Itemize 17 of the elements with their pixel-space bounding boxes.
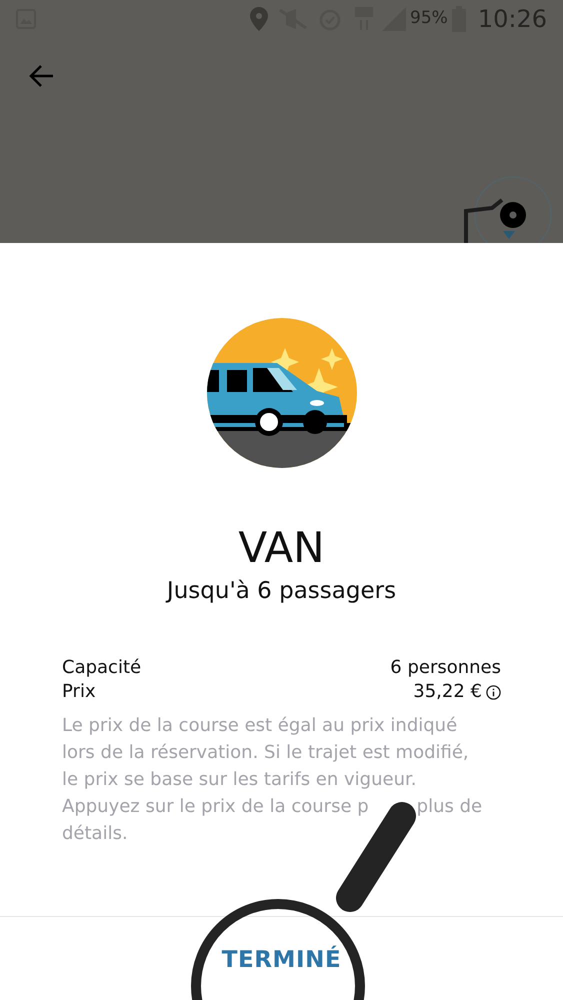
detail-label: Capacité [62,656,142,680]
detail-value: 6 personnes [390,656,501,680]
description-text: le prix se base sur les tarifs en vigueur. [62,768,416,792]
info-icon[interactable] [486,684,501,700]
description-text: Le prix de la course est égal au prix indiqué [62,714,458,738]
location-icon [250,7,268,31]
description-text: plus de [416,795,482,819]
vehicle-subtitle: Jusqu'à 6 passagers [166,577,396,606]
description-text: détails. [62,822,128,846]
back-arrow-icon [29,63,55,89]
description-text: Appuyez sur le prix de la course p [62,795,369,819]
description-text: lors de la réservation. Si le trajet est modifié, [62,741,469,765]
vehicle-name: VAN [238,523,325,573]
clock: 10:26 [478,4,547,35]
detail-value[interactable]: 35,22 € [413,680,482,704]
detail-label: Prix [62,680,96,704]
battery-level: 95% [410,7,448,30]
